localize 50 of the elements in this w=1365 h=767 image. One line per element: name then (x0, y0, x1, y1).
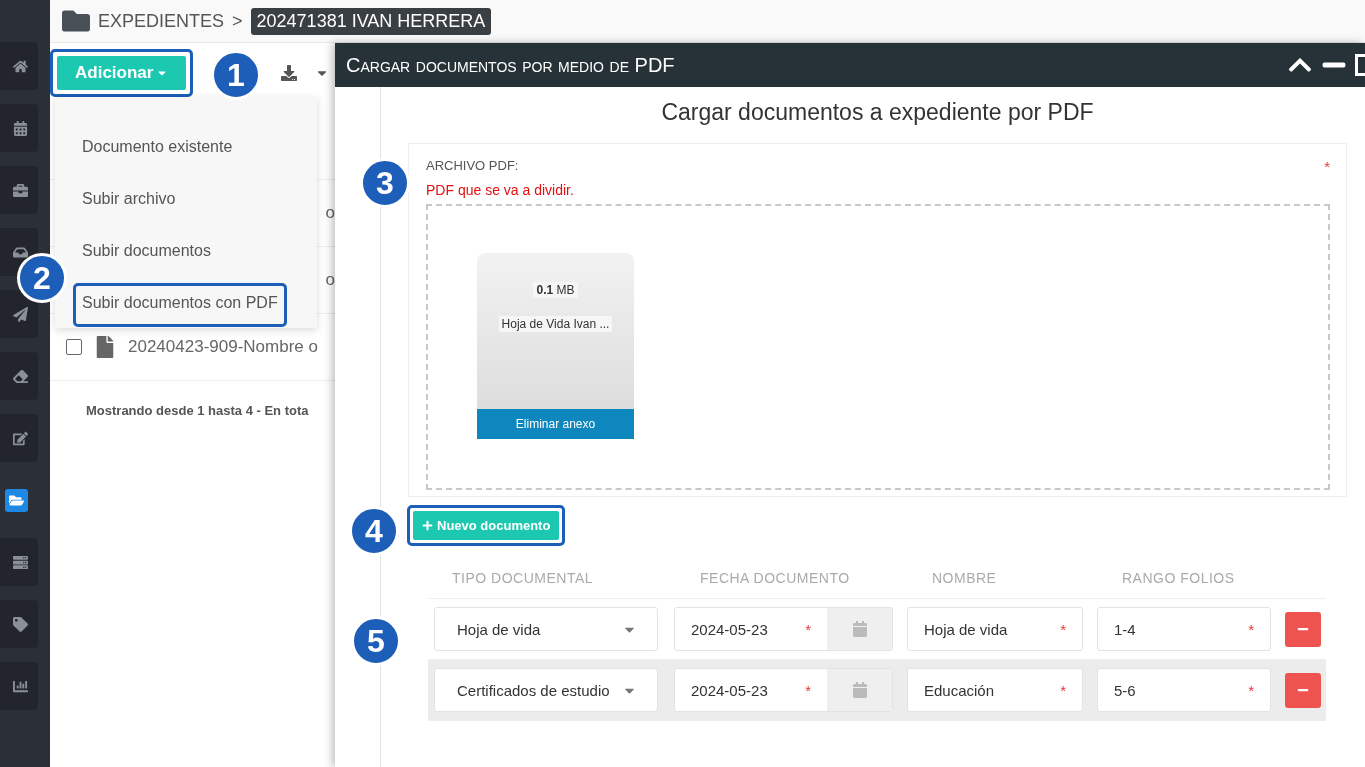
name-field[interactable]: Hoja de vida * (907, 607, 1083, 651)
date-field[interactable]: 2024-05-23 * (674, 668, 893, 712)
range-field[interactable]: 5-6 * (1097, 668, 1271, 712)
type-select[interactable]: Hoja de vida (434, 607, 658, 651)
column-header: TIPO DOCUMENTAL (452, 570, 595, 586)
home-icon (13, 58, 28, 74)
sidebar-item[interactable] (0, 290, 38, 338)
remove-row-button[interactable] (1285, 611, 1321, 647)
name-field[interactable]: Educación * (907, 668, 1083, 712)
server-icon (13, 554, 28, 570)
menu-item[interactable]: Documento existente (73, 127, 242, 171)
briefcase-icon (13, 182, 28, 198)
menu-item[interactable]: Subir archivo (73, 179, 185, 223)
breadcrumb-separator: > (232, 10, 243, 32)
date-field[interactable]: 2024-05-23 * (674, 607, 893, 651)
file-name[interactable]: o (325, 203, 335, 223)
form-heading: Cargar documentos a expediente por PDF (660, 98, 1095, 127)
range-field[interactable]: 1-4 * (1097, 607, 1271, 651)
download-icon[interactable] (281, 65, 298, 81)
file-icon (94, 336, 116, 358)
remove-row-button[interactable] (1285, 672, 1321, 708)
tag-icon (13, 616, 28, 632)
plus-icon (422, 520, 433, 531)
breadcrumb-link[interactable]: EXPEDIENTES (98, 10, 225, 32)
required-mark: * (1324, 158, 1330, 175)
menu-item[interactable]: Subir documentos con PDF (73, 283, 287, 327)
field-hint: PDF que se va a dividir. (426, 182, 574, 198)
type-select[interactable]: Certificados de estudio (434, 668, 658, 712)
folder-icon (5, 488, 28, 512)
field-label: ARCHIVO PDF: (426, 158, 519, 175)
paper-plane-icon (13, 306, 28, 322)
pagination-info: Mostrando desde 1 hasta 4 - En tota (85, 402, 310, 418)
bar-chart-icon (13, 678, 28, 694)
column-header: FECHA DOCUMENTO (700, 570, 851, 586)
file-name[interactable]: o (325, 270, 335, 290)
file-name: Hoja de Vida Ivan ... (498, 316, 613, 332)
row-checkbox[interactable] (66, 339, 82, 355)
calendar-icon (13, 120, 28, 136)
file-name[interactable]: 20240423-909-Nombre o (128, 337, 318, 357)
maximize-icon[interactable] (1355, 54, 1365, 76)
remove-button[interactable]: Eliminar anexo (477, 409, 634, 439)
breadcrumb-current: 202471381 IVAN HERRERA (250, 7, 492, 35)
column-header: RANGO FOLIOS (1122, 570, 1236, 586)
file-size: 0.1 MB (533, 282, 578, 298)
edit-icon (13, 430, 28, 446)
modal-title: Cargar documentos por medio de PDF (346, 53, 675, 77)
column-header: NOMBRE (932, 570, 998, 586)
eraser-icon (13, 368, 28, 384)
menu-item[interactable]: Subir documentos (73, 231, 220, 275)
drop-zone[interactable]: 0.1 MB Hoja de Vida Ivan ... Eliminar anexo (426, 204, 1330, 490)
